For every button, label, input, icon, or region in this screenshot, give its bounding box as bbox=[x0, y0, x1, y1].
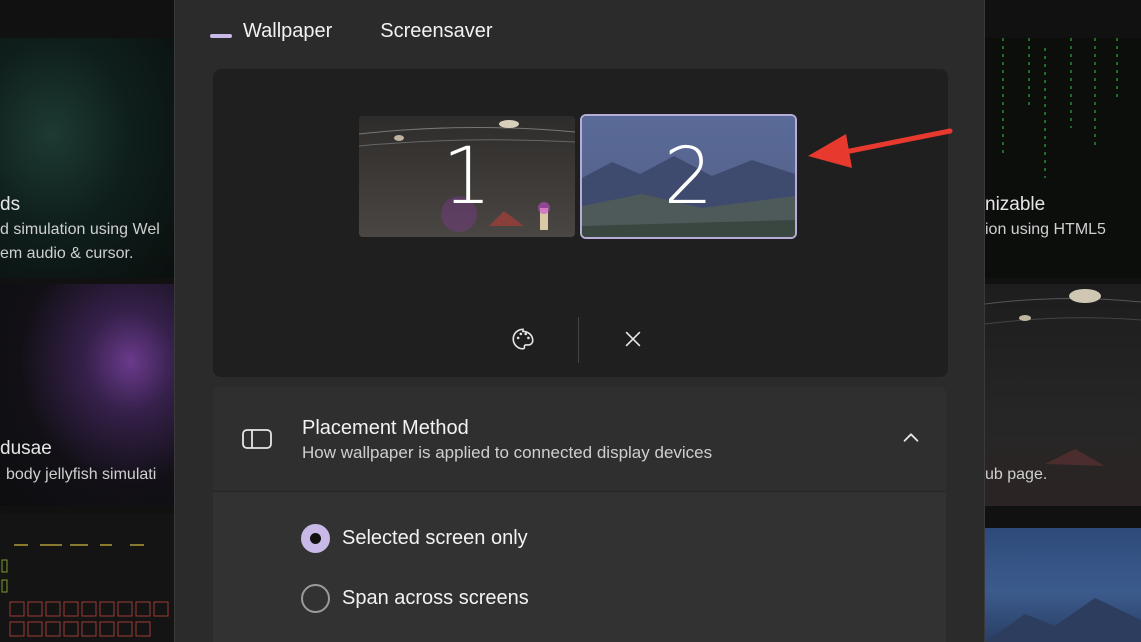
monitor-2[interactable]: 2 bbox=[580, 114, 797, 239]
action-separator bbox=[578, 317, 579, 363]
palette-button[interactable] bbox=[501, 317, 545, 361]
tile-description: d simulation using Wel bbox=[0, 221, 160, 238]
monitor-selector-panel: 1 2 bbox=[213, 69, 948, 377]
monitor-actions bbox=[213, 317, 948, 365]
tile-title: ds bbox=[0, 194, 21, 215]
monitor-1[interactable]: 1 bbox=[359, 116, 575, 237]
wallpaper-tile-left-3[interactable] bbox=[0, 514, 174, 642]
tab-screensaver[interactable]: Screensaver bbox=[380, 20, 492, 43]
mountain-art bbox=[985, 598, 1141, 642]
close-icon bbox=[625, 331, 641, 347]
tile-art bbox=[985, 528, 1141, 642]
display-panel-icon bbox=[242, 429, 272, 449]
tile-title: dusae bbox=[0, 438, 52, 459]
annotation-arrow-icon bbox=[808, 128, 953, 168]
wallpaper-tile-right-3[interactable] bbox=[985, 528, 1141, 642]
tile-description: em audio & cursor. bbox=[0, 245, 134, 262]
option-label: Span across screens bbox=[342, 587, 529, 609]
option-label: Selected screen only bbox=[342, 527, 528, 549]
placement-method-title: Placement Method bbox=[302, 417, 469, 439]
tile-art bbox=[985, 38, 1141, 278]
wallpaper-tile-right-1[interactable] bbox=[985, 38, 1141, 278]
palette-icon bbox=[512, 328, 534, 350]
chevron-up-icon[interactable] bbox=[900, 427, 922, 449]
placement-method-header[interactable]: Placement Method How wallpaper is applie… bbox=[213, 387, 946, 491]
periodic-table-art bbox=[1, 544, 169, 637]
screen: ds d simulation using Wel em audio & cur… bbox=[0, 0, 1141, 642]
tile-description: ub page. bbox=[985, 466, 1048, 483]
tile-description: body jellyfish simulati bbox=[6, 466, 157, 483]
monitor-number: 2 bbox=[663, 131, 714, 222]
placement-method-subtitle: How wallpaper is applied to connected di… bbox=[302, 443, 713, 462]
placement-method-card: Placement Method How wallpaper is applie… bbox=[213, 387, 946, 642]
matrix-rain-art bbox=[1002, 38, 1118, 178]
monitor-number: 1 bbox=[442, 131, 492, 222]
tile-title: nizable bbox=[985, 194, 1046, 215]
radio-span-across-screens[interactable] bbox=[301, 584, 330, 613]
active-tab-indicator bbox=[210, 34, 232, 38]
clear-button[interactable] bbox=[611, 317, 655, 361]
option-selected-screen-only[interactable]: Selected screen only bbox=[301, 524, 528, 553]
card-divider bbox=[213, 491, 946, 492]
tab-bar: Wallpaper Screensaver bbox=[243, 20, 493, 43]
tile-art bbox=[0, 514, 174, 642]
option-span-across-screens[interactable]: Span across screens bbox=[301, 584, 529, 613]
tab-wallpaper[interactable]: Wallpaper bbox=[243, 20, 332, 43]
tile-description: ion using HTML5 bbox=[985, 221, 1106, 238]
radio-selected-screen-only[interactable] bbox=[301, 524, 330, 553]
wallpaper-settings-dialog: Wallpaper Screensaver 1 2 Placement Meth… bbox=[174, 0, 985, 642]
